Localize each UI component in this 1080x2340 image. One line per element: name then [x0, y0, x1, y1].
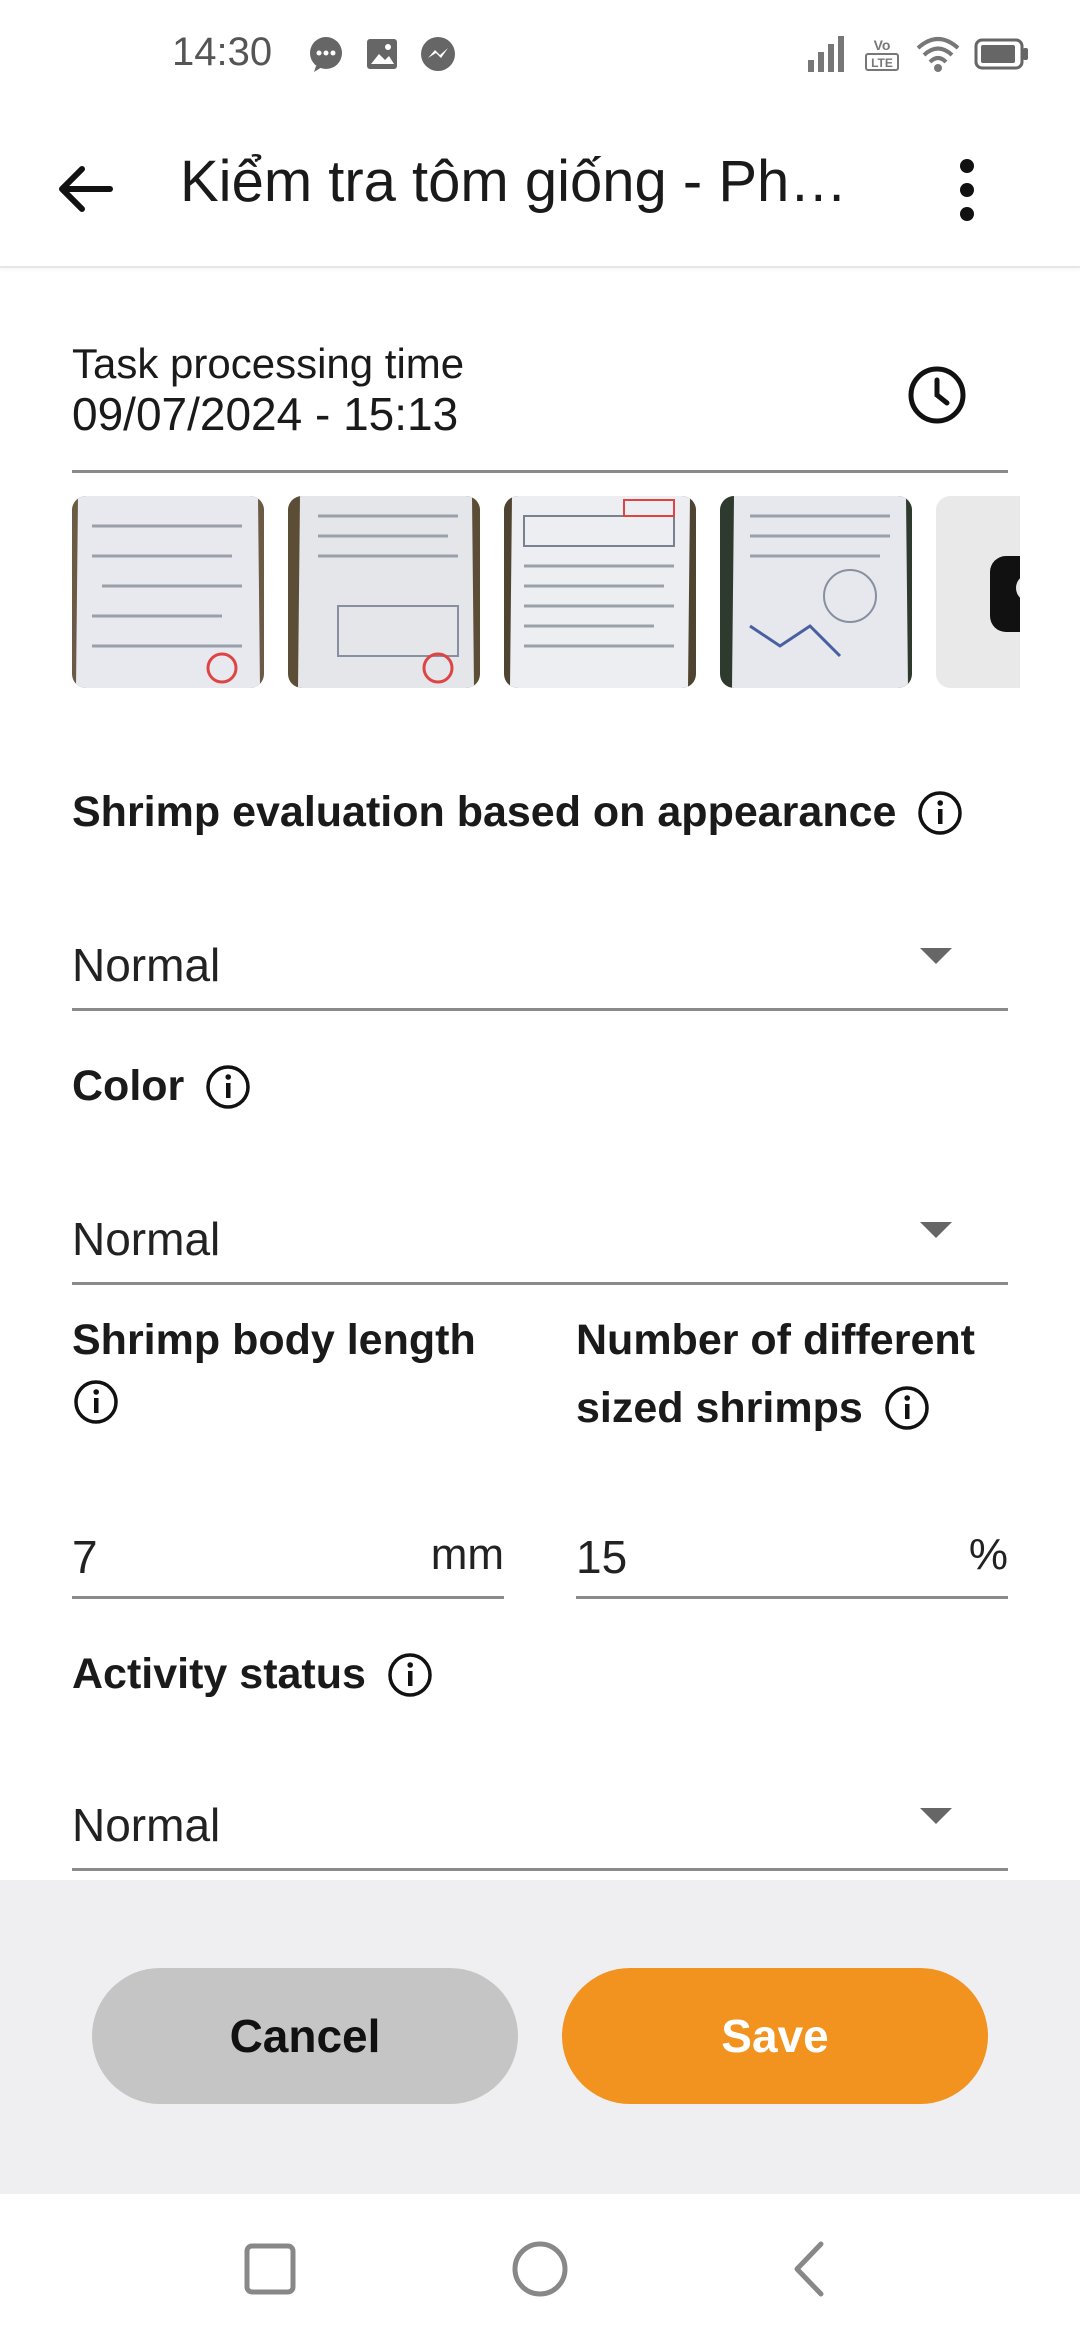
add-photo-button[interactable]: [936, 496, 1020, 688]
dropdown-arrow-icon: [920, 948, 952, 964]
info-icon[interactable]: [916, 789, 964, 837]
more-vert-icon[interactable]: [935, 152, 999, 228]
action-bar: Cancel Save: [0, 1880, 1080, 2194]
wifi-icon: [916, 37, 960, 72]
color-select[interactable]: Normal: [72, 1192, 1008, 1285]
task-time-value: 09/07/2024 - 15:13: [72, 388, 459, 440]
different-sizes-label: Number of different sized shrimps: [576, 1306, 1016, 1442]
task-processing-time-field[interactable]: Task processing time 09/07/2024 - 15:13: [72, 340, 1008, 473]
document-photo-2: [288, 496, 480, 688]
volte-label: Vo: [874, 37, 891, 53]
signal-icon: [808, 36, 844, 72]
different-sizes-unit: %: [968, 1530, 1008, 1579]
image-icon: [367, 39, 397, 69]
cancel-button[interactable]: Cancel: [92, 1968, 518, 2104]
document-photo-3: [504, 496, 696, 688]
system-status-icons: Vo LTE: [806, 34, 1030, 74]
color-label-row: Color: [72, 1062, 252, 1111]
appearance-value: Normal: [72, 939, 221, 991]
task-time-label: Task processing time: [72, 340, 465, 387]
different-sizes-label-line2: sized shrimps: [576, 1384, 863, 1432]
back-nav-icon[interactable]: [775, 2234, 845, 2304]
body-length-value: 7: [72, 1531, 98, 1583]
app-bar: Kiểm tra tôm giống - Ph…: [0, 110, 1080, 268]
info-icon[interactable]: [883, 1384, 931, 1432]
info-icon[interactable]: [386, 1651, 434, 1699]
status-bar: 14:30 Vo LTE: [0, 0, 1080, 110]
dropdown-arrow-icon: [920, 1808, 952, 1824]
appearance-label: Shrimp evaluation based on appearance: [72, 788, 897, 836]
activity-select[interactable]: Normal: [72, 1778, 1008, 1871]
photo-thumbnail[interactable]: [504, 496, 696, 688]
chat-bubble-icon: [310, 37, 342, 72]
page-title: Kiểm tra tôm giống - Ph…: [180, 149, 848, 214]
dropdown-arrow-icon: [920, 1222, 952, 1238]
activity-label-row: Activity status: [72, 1650, 434, 1699]
different-sizes-label-line1: Number of different: [576, 1316, 975, 1364]
color-value: Normal: [72, 1213, 221, 1265]
volte-lte-icon: Vo LTE: [865, 37, 899, 71]
body-length-input[interactable]: 7 mm: [72, 1506, 504, 1599]
photo-thumbnail[interactable]: [288, 496, 480, 688]
document-photo-1: [72, 496, 264, 688]
lte-label: LTE: [871, 56, 893, 70]
recent-apps-icon[interactable]: [235, 2234, 305, 2304]
messenger-icon: [421, 37, 455, 71]
save-button[interactable]: Save: [562, 1968, 988, 2104]
body-length-label: Shrimp body length: [72, 1306, 512, 1426]
different-sizes-value: 15: [576, 1531, 628, 1583]
appearance-label-row: Shrimp evaluation based on appearance: [72, 788, 964, 837]
appearance-select[interactable]: Normal: [72, 918, 1008, 1011]
different-sizes-input[interactable]: 15 %: [576, 1506, 1008, 1599]
photo-strip[interactable]: [72, 496, 1020, 690]
notification-icons: [306, 34, 458, 74]
activity-value: Normal: [72, 1799, 221, 1851]
photo-thumbnail[interactable]: [72, 496, 264, 688]
body-length-unit: mm: [430, 1530, 504, 1579]
back-arrow-icon[interactable]: [50, 154, 120, 224]
battery-icon: [974, 38, 1028, 70]
document-photo-4: [720, 496, 912, 688]
body-length-label-text: Shrimp body length: [72, 1316, 476, 1364]
activity-label: Activity status: [72, 1650, 366, 1698]
color-label: Color: [72, 1062, 185, 1110]
camera-icon: [990, 556, 1020, 632]
home-icon[interactable]: [505, 2234, 575, 2304]
system-nav-bar: [0, 2194, 1080, 2340]
status-time: 14:30: [172, 30, 273, 74]
clock-icon[interactable]: [906, 364, 968, 426]
photo-thumbnail[interactable]: [720, 496, 912, 688]
info-icon[interactable]: [72, 1378, 120, 1426]
info-icon[interactable]: [204, 1063, 252, 1111]
